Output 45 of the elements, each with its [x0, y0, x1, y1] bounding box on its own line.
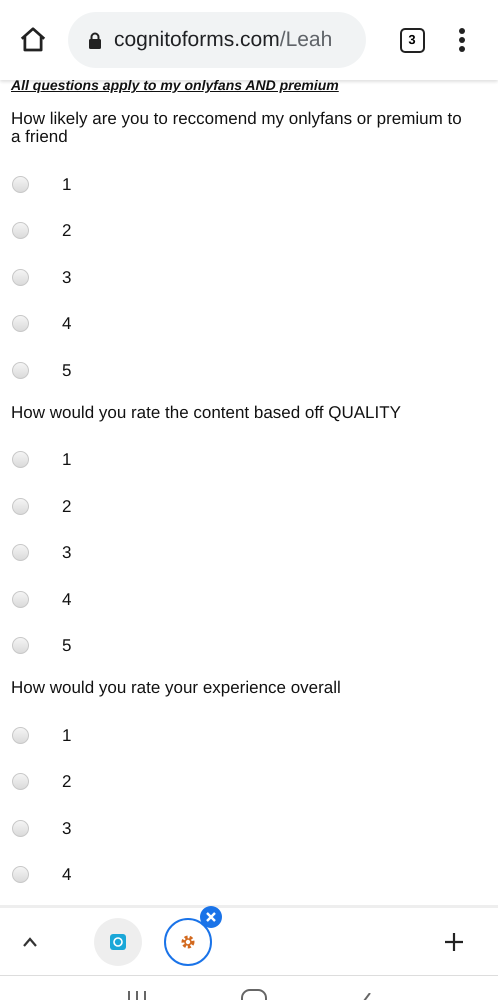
- tab-count-button[interactable]: 3: [400, 28, 424, 52]
- option-label: 4: [62, 313, 72, 335]
- tab-thumbnail[interactable]: [94, 918, 142, 966]
- radio-button[interactable]: [12, 590, 29, 608]
- radio-button[interactable]: [12, 773, 29, 790]
- option-label: 3: [62, 542, 72, 564]
- question-text: How would you rate the content based off QUALITY: [11, 404, 402, 422]
- home-button-icon[interactable]: [240, 989, 267, 1000]
- option-label: 1: [62, 724, 72, 746]
- radio-button[interactable]: [12, 637, 29, 654]
- gear-icon: [179, 932, 197, 950]
- option-label: 3: [62, 818, 72, 840]
- option-label: 3: [62, 266, 72, 288]
- form-heading: All questions apply to my onlyfans AND premium: [11, 80, 340, 93]
- radio-button[interactable]: [12, 315, 29, 332]
- menu-icon[interactable]: [458, 27, 466, 53]
- option-label: 2: [62, 771, 72, 793]
- plus-icon[interactable]: [444, 932, 464, 952]
- option-label: 2: [62, 496, 72, 518]
- radio-button[interactable]: [12, 268, 29, 286]
- radio-button[interactable]: [12, 222, 29, 240]
- option-label: 4: [62, 588, 72, 610]
- radio-button[interactable]: [12, 176, 29, 193]
- radio-button[interactable]: [12, 362, 29, 379]
- option-label: 1: [62, 174, 72, 196]
- close-icon[interactable]: [200, 906, 222, 928]
- lock-icon: [88, 32, 102, 48]
- option-label: 5: [62, 635, 72, 657]
- option-label: 5: [62, 360, 72, 382]
- question-text: How would you rate your experience overall: [11, 679, 342, 697]
- question-text: How likely are you to reccomend my onlyfans or premium to a friend: [11, 110, 463, 146]
- url-text: cognitoforms.com/Leah: [114, 27, 332, 54]
- option-label: 4: [62, 864, 72, 886]
- address-bar[interactable]: cognitoforms.com/Leah: [68, 12, 366, 68]
- option-label: 2: [62, 220, 72, 242]
- option-label: 1: [62, 449, 72, 471]
- radio-button[interactable]: [12, 451, 29, 468]
- radio-button[interactable]: [12, 544, 29, 562]
- radio-button[interactable]: [12, 866, 29, 884]
- app-favicon-icon: [110, 934, 126, 950]
- recent-apps-icon[interactable]: [126, 991, 148, 1000]
- radio-button[interactable]: [12, 820, 29, 837]
- radio-button[interactable]: [12, 498, 29, 515]
- caret-up-icon[interactable]: [22, 936, 38, 948]
- radio-button[interactable]: [12, 726, 29, 744]
